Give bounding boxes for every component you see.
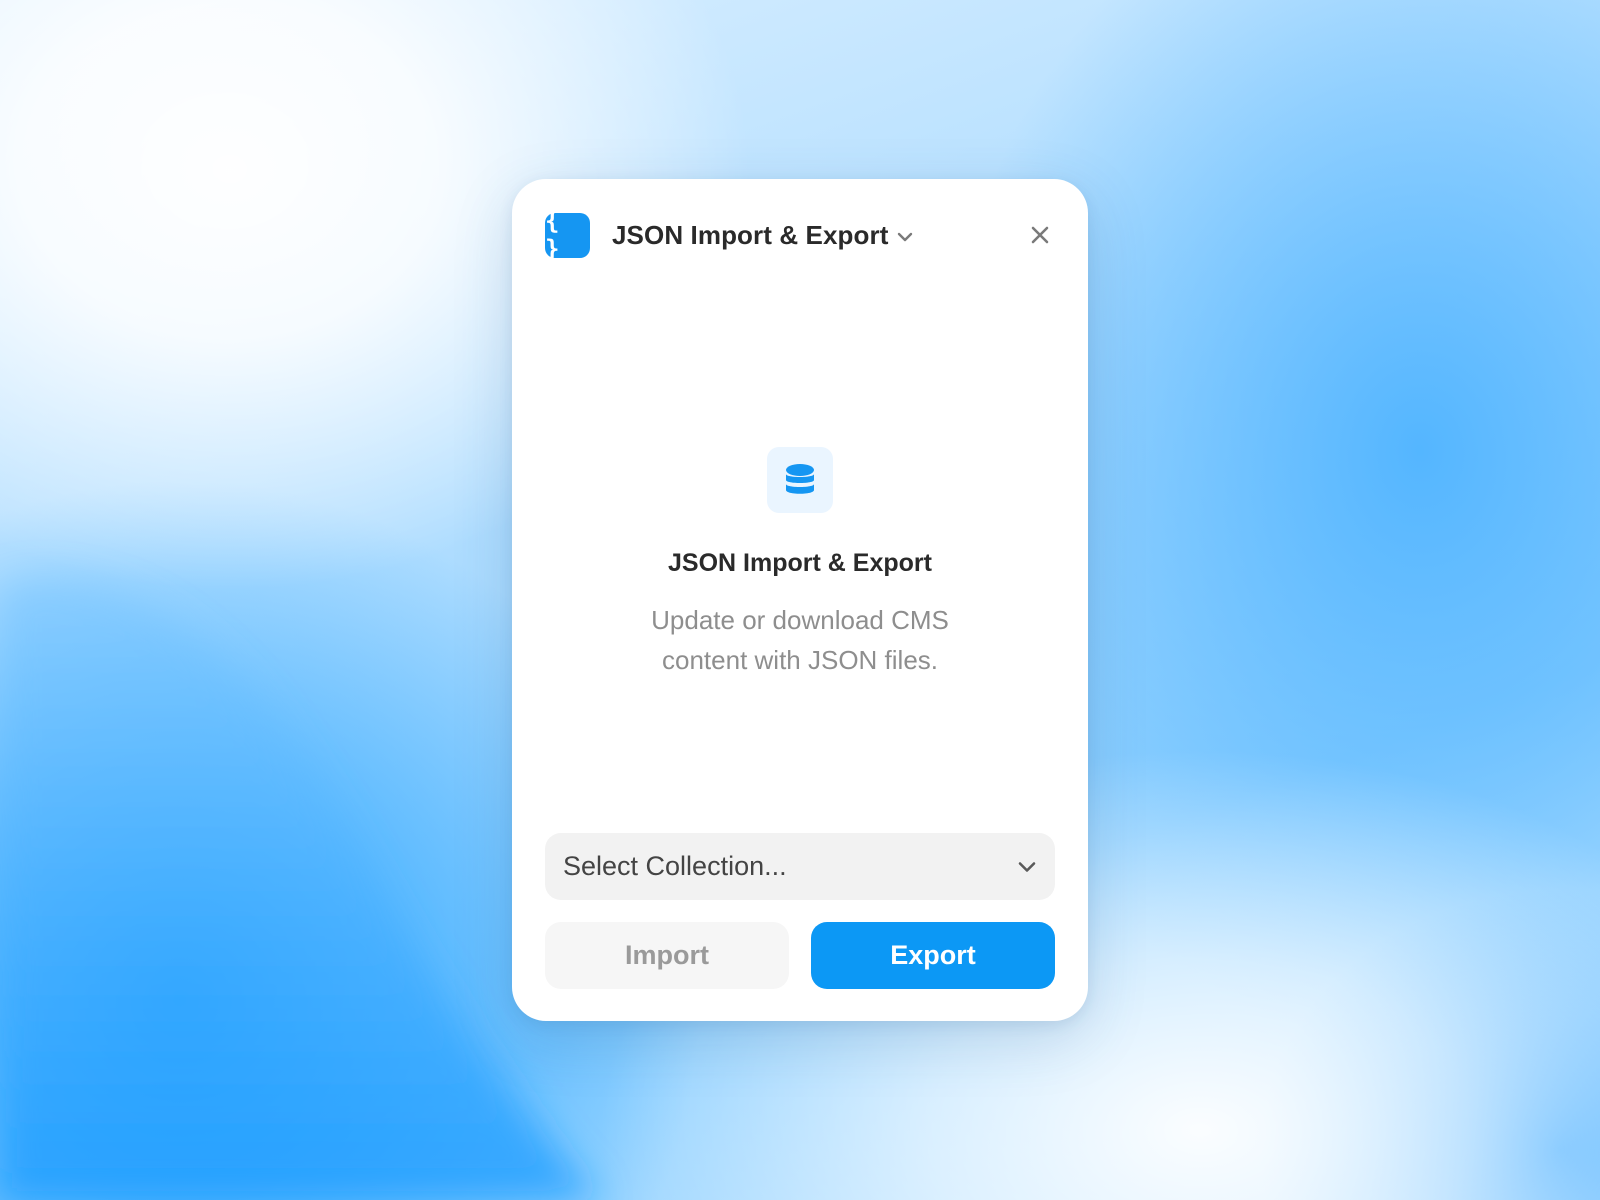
close-button[interactable] <box>1025 220 1055 250</box>
chevron-down-icon <box>898 232 913 241</box>
empty-state-description: Update or download CMS content with JSON… <box>651 605 949 675</box>
plugin-title-menu[interactable]: JSON Import & Export <box>612 220 914 251</box>
collection-select[interactable]: Select Collection... <box>545 833 1055 900</box>
action-buttons: Import Export <box>545 922 1055 989</box>
plugin-header: { } JSON Import & Export <box>545 207 1055 263</box>
import-button[interactable]: Import <box>545 922 789 989</box>
database-icon-box <box>767 447 833 513</box>
json-braces-icon: { } <box>545 207 590 263</box>
chevron-down-icon <box>1018 861 1036 872</box>
plugin-title: JSON Import & Export <box>612 219 889 250</box>
empty-state-heading: JSON Import & Export <box>668 549 932 577</box>
export-button[interactable]: Export <box>811 922 1055 989</box>
plugin-window: { } JSON Import & Export JSON Import & E… <box>512 179 1088 1021</box>
empty-state: JSON Import & Export Update or download … <box>512 447 1088 680</box>
collection-select-value: Select Collection... <box>563 851 787 881</box>
close-icon <box>1031 226 1049 244</box>
database-icon <box>786 464 814 494</box>
